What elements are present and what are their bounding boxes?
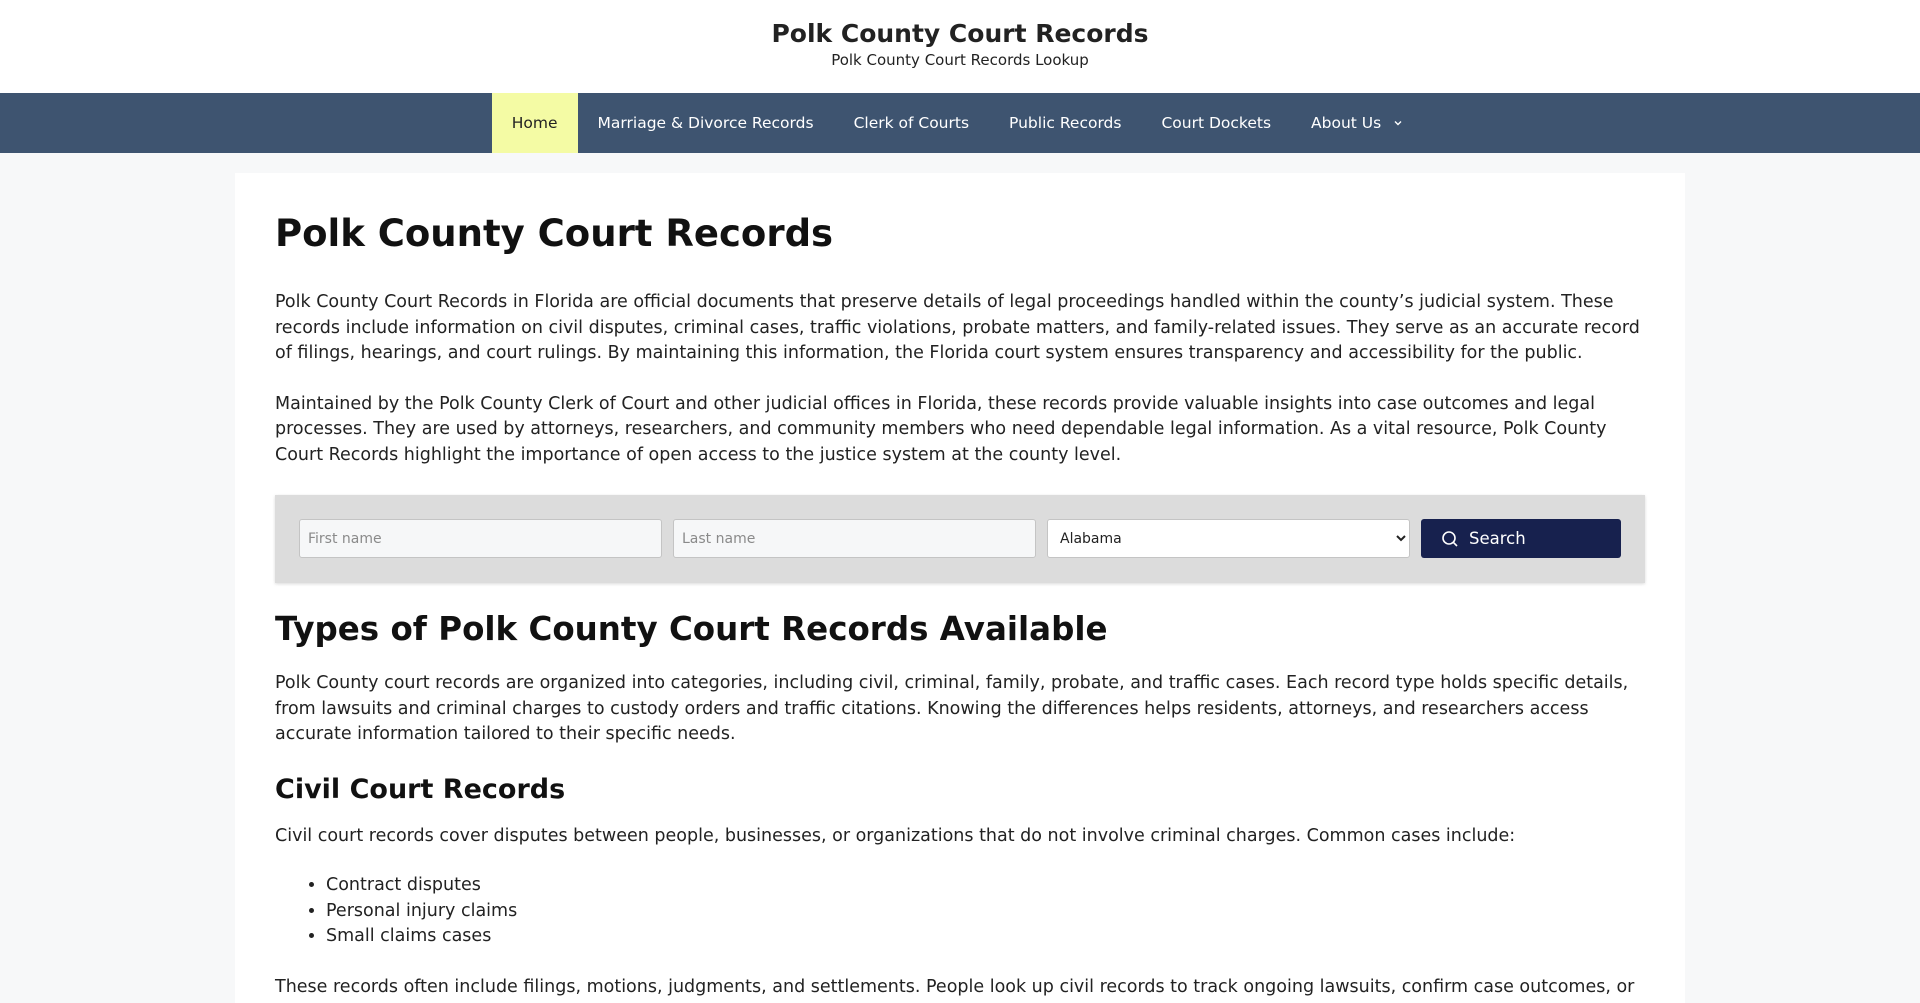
types-paragraph: Polk County court records are organized … bbox=[275, 673, 1629, 744]
last-name-input[interactable] bbox=[673, 519, 1036, 558]
nav-item-public-records[interactable]: Public Records bbox=[989, 93, 1141, 153]
list-item: Small claims cases bbox=[326, 924, 1645, 950]
list-item: Personal injury claims bbox=[326, 899, 1645, 925]
main-content: Polk County Court Records Polk County Co… bbox=[235, 173, 1685, 1003]
site-header: Polk County Court Records Polk County Co… bbox=[0, 0, 1920, 93]
state-select[interactable]: Alabama bbox=[1047, 519, 1410, 558]
civil-case-list: Contract disputes Personal injury claims… bbox=[275, 873, 1645, 950]
nav-item-label: Home bbox=[511, 114, 558, 132]
nav-item-marriage-divorce[interactable]: Marriage & Divorce Records bbox=[578, 93, 834, 153]
first-name-input[interactable] bbox=[299, 519, 662, 558]
nav-item-label: Public Records bbox=[1009, 114, 1122, 132]
search-icon bbox=[1442, 530, 1458, 547]
civil-section-title: Civil Court Records bbox=[275, 773, 566, 805]
record-search-form: Alabama Search bbox=[275, 495, 1645, 583]
page-title: Polk County Court Records bbox=[275, 212, 834, 255]
nav-item-home[interactable]: Home bbox=[491, 93, 578, 153]
civil-paragraph: Civil court records cover disputes betwe… bbox=[275, 825, 1516, 846]
intro-paragraph-1: Polk County Court Records in Florida are… bbox=[275, 292, 1640, 363]
site-tagline: Polk County Court Records Lookup bbox=[831, 51, 1089, 69]
nav-item-label: Court Dockets bbox=[1161, 114, 1272, 132]
types-section-title: Types of Polk County Court Records Avail… bbox=[275, 610, 1108, 648]
nav-item-court-dockets[interactable]: Court Dockets bbox=[1141, 93, 1291, 153]
site-title[interactable]: Polk County Court Records bbox=[0, 18, 1920, 50]
search-button[interactable]: Search bbox=[1421, 519, 1621, 558]
nav-item-label: About Us bbox=[1311, 114, 1382, 132]
nav-item-label: Clerk of Courts bbox=[853, 114, 970, 132]
civil-followup-paragraph: These records often include filings, mot… bbox=[275, 976, 1635, 997]
list-item: Contract disputes bbox=[326, 873, 1645, 899]
search-button-label: Search bbox=[1469, 529, 1526, 548]
chevron-down-icon bbox=[1394, 121, 1402, 126]
intro-paragraph-2: Maintained by the Polk County Clerk of C… bbox=[275, 393, 1607, 465]
main-nav: Home Marriage & Divorce Records Clerk of… bbox=[0, 93, 1920, 153]
nav-item-about-us[interactable]: About Us bbox=[1291, 93, 1423, 153]
nav-item-clerk-of-courts[interactable]: Clerk of Courts bbox=[834, 93, 989, 153]
nav-item-label: Marriage & Divorce Records bbox=[597, 114, 814, 132]
